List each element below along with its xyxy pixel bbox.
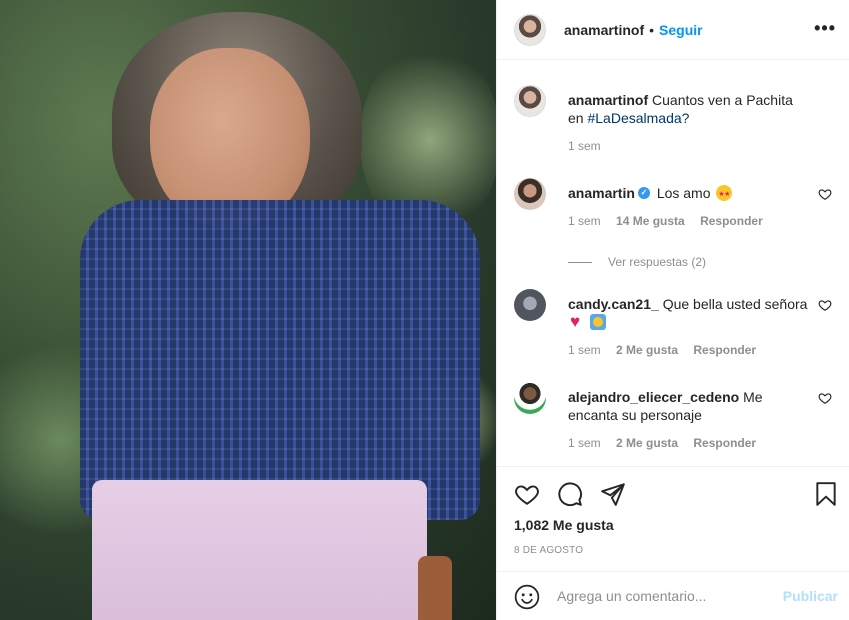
avatar[interactable] [514, 13, 546, 46]
view-replies-label: Ver respuestas (2) [608, 255, 707, 269]
comment-text: alejandro_eliecer_cedeno Me encanta su p… [568, 388, 808, 424]
post-date[interactable]: 8 DE AGOSTO [514, 545, 583, 556]
like-count[interactable]: 2 Me gusta [616, 343, 678, 357]
hashtag-link[interactable]: #LaDesalmada? [587, 110, 689, 126]
like-count[interactable]: 14 Me gusta [616, 214, 685, 228]
divider [568, 261, 592, 263]
follow-button[interactable]: Seguir [659, 22, 703, 38]
timestamp[interactable]: 1 sem [568, 214, 601, 228]
red-heart-emoji-icon: ♥ [570, 312, 581, 332]
avatar[interactable] [514, 178, 546, 210]
like-heart-icon[interactable] [818, 298, 832, 312]
post-header: anamartinof • Seguir ••• [497, 0, 849, 60]
comment-text: candy.can21_ Que bella usted señora ♥ [568, 295, 808, 331]
caption-meta: 1 sem [568, 139, 613, 153]
comment-meta: 1 sem 2 Me gusta Responder [568, 343, 768, 357]
caption-username[interactable]: anamartinof [568, 92, 648, 108]
avatar[interactable] [514, 289, 546, 321]
likes-count[interactable]: 1,082 Me gusta [514, 517, 614, 533]
like-count[interactable]: 2 Me gusta [616, 436, 678, 450]
more-options-icon[interactable]: ••• [814, 18, 836, 39]
like-heart-icon[interactable] [818, 391, 832, 405]
comment-meta: 1 sem 14 Me gusta Responder [568, 214, 775, 228]
like-heart-icon[interactable] [818, 187, 832, 201]
view-replies-button[interactable]: Ver respuestas (2) [568, 255, 706, 269]
bookmark-save-icon[interactable] [813, 481, 839, 507]
comment-body: Que bella usted señora [662, 296, 808, 312]
separator-dot: • [649, 21, 655, 38]
comment-body: Los amo [656, 185, 711, 201]
timestamp[interactable]: 1 sem [568, 139, 601, 153]
post-photo[interactable] [0, 0, 496, 620]
post-side-panel: anamartinof • Seguir ••• anamartinof Cua… [496, 0, 849, 620]
comment-username[interactable]: alejandro_eliecer_cedeno [568, 389, 739, 405]
emoji-smiley-icon[interactable] [514, 584, 540, 610]
comments-list: anamartinof Cuantos ven a Pachita en #La… [497, 61, 849, 466]
reply-button[interactable]: Responder [700, 214, 763, 228]
clay-pot [418, 556, 452, 620]
add-comment-bar: Agrega un comentario... Publicar [497, 571, 849, 620]
header-username[interactable]: anamartinof [564, 22, 644, 38]
caption-text: anamartinof Cuantos ven a Pachita en #La… [568, 91, 808, 127]
reply-button[interactable]: Responder [693, 436, 756, 450]
comment-username[interactable]: candy.can21_ [568, 296, 659, 312]
comment-username[interactable]: anamartin [568, 185, 635, 201]
star-struck-emoji-icon [716, 185, 733, 204]
blouse-pattern [80, 200, 480, 520]
comment-text: anamartin ✓ Los amo [568, 184, 808, 204]
timestamp[interactable]: 1 sem [568, 343, 601, 357]
verified-badge-icon: ✓ [637, 187, 650, 200]
avatar[interactable] [514, 382, 546, 414]
timestamp[interactable]: 1 sem [568, 436, 601, 450]
subject-apron [92, 480, 427, 620]
comment-meta: 1 sem 2 Me gusta Responder [568, 436, 768, 450]
reply-button[interactable]: Responder [693, 343, 756, 357]
post-actions: 1,082 Me gusta 8 DE AGOSTO [497, 466, 849, 570]
comment-input[interactable]: Agrega un comentario... [557, 588, 706, 604]
publish-button[interactable]: Publicar [783, 588, 838, 604]
avatar[interactable] [514, 85, 546, 117]
comment-bubble-icon[interactable] [557, 481, 583, 507]
share-paper-plane-icon[interactable] [600, 481, 626, 507]
like-heart-icon[interactable] [514, 481, 540, 507]
hugging-emoji-icon [590, 314, 606, 331]
